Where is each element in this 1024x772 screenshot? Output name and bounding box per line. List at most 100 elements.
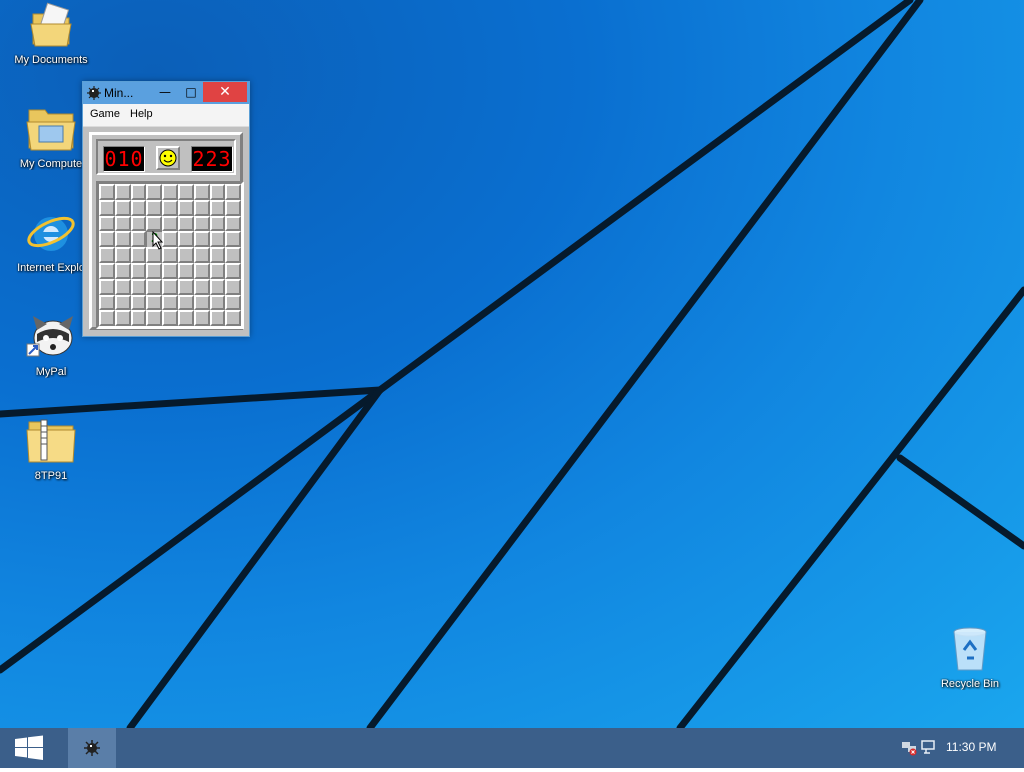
minefield-cell[interactable] [225,184,242,200]
minefield-cell[interactable] [114,215,131,232]
desktop[interactable]: My Documents My Compute Internet Explo M… [0,0,1024,728]
minefield-cell[interactable] [209,215,226,232]
minefield-cell[interactable] [225,247,242,263]
minefield-cell[interactable] [225,231,242,248]
minefield-cell[interactable] [225,262,242,279]
menu-game[interactable]: Game [90,108,120,120]
minefield-cell[interactable] [162,278,178,295]
minefield-cell[interactable] [99,184,115,200]
minefield-cell[interactable] [162,262,178,279]
minefield-cell[interactable] [99,278,115,295]
minefield-cell[interactable] [114,262,131,279]
minefield-cell[interactable] [209,294,226,311]
minefield-cell[interactable] [193,184,210,200]
minefield-cell[interactable] [99,199,115,216]
minefield-cell[interactable] [177,278,194,295]
minefield-cell[interactable] [99,294,115,311]
minefield-cell[interactable] [193,199,210,216]
close-button[interactable]: ✕ [203,82,247,102]
minefield-cell[interactable] [162,247,178,263]
minefield-cell[interactable] [225,310,242,327]
minefield-cell[interactable] [130,231,147,248]
mine-icon [87,86,101,100]
minefield-cell[interactable] [130,199,147,216]
minefield-cell[interactable] [209,278,226,295]
minefield-cell[interactable] [162,184,178,200]
minefield-cell[interactable] [114,199,131,216]
minefield-cell[interactable] [99,215,115,232]
minefield-cell[interactable] [114,294,131,311]
minefield-cell[interactable] [99,231,115,248]
system-tray[interactable] [900,738,938,758]
minefield-cell[interactable] [130,278,147,295]
minefield-cell[interactable] [209,310,226,327]
minefield-cell[interactable] [209,262,226,279]
minefield-cell[interactable] [193,215,210,232]
desktop-icon-8tp91[interactable]: 8TP91 [5,416,97,482]
minefield-cell[interactable] [177,184,194,200]
minefield-cell[interactable] [193,231,210,248]
minefield-cell[interactable] [146,262,163,279]
mypal-icon [26,316,73,357]
start-button[interactable] [0,728,58,768]
maximize-button[interactable]: □ [179,82,203,102]
taskbar-minesweeper-button[interactable] [68,728,116,768]
minesweeper-window[interactable]: Min... — □ ✕ Game Help 010 223 [82,81,250,337]
minefield-cell[interactable] [193,310,210,327]
minefield-cell[interactable] [225,215,242,232]
minefield-cell[interactable] [177,199,194,216]
minefield-cell[interactable] [146,184,163,200]
desktop-icon-recycle-bin[interactable]: Recycle Bin [924,624,1016,690]
desktop-icon-my-documents[interactable]: My Documents [5,0,97,66]
minefield-cell[interactable] [130,310,147,327]
minefield-cell[interactable] [130,247,147,263]
minefield-cell[interactable] [177,294,194,311]
minimize-button[interactable]: — [153,82,177,102]
minefield-cell[interactable] [209,247,226,263]
minefield-cell[interactable] [177,231,194,248]
status-panel: 010 223 [96,139,236,175]
minefield-cell[interactable] [177,215,194,232]
minefield-cell[interactable] [99,310,115,327]
minefield-cell[interactable] [130,184,147,200]
minefield-cell[interactable] [225,199,242,216]
minefield-cell[interactable] [209,199,226,216]
minefield-cell[interactable] [162,231,178,248]
minefield-cell[interactable] [162,310,178,327]
minefield-cell[interactable] [193,278,210,295]
minefield-cell[interactable] [225,278,242,295]
minefield-cell[interactable] [193,262,210,279]
minefield-cell[interactable] [130,215,147,232]
minefield-cell[interactable] [146,215,163,232]
smiley-button[interactable] [156,146,180,170]
minefield-cell[interactable] [114,278,131,295]
minefield-cell[interactable] [209,184,226,200]
minefield-cell[interactable] [99,247,115,263]
menu-help[interactable]: Help [130,108,153,120]
minefield[interactable]: 2 [96,181,244,329]
minefield-cell[interactable] [114,231,131,248]
minefield-cell[interactable] [162,215,178,232]
minefield-cell[interactable] [130,294,147,311]
minefield-cell[interactable] [177,247,194,263]
minefield-cell[interactable] [146,278,163,295]
minefield-cell[interactable] [162,199,178,216]
title-bar[interactable]: Min... — □ ✕ [83,82,249,104]
minefield-cell[interactable] [162,294,178,311]
minefield-cell[interactable] [99,262,115,279]
minefield-cell[interactable] [177,310,194,327]
minefield-cell[interactable] [114,184,131,200]
minefield-cell[interactable] [114,310,131,327]
minefield-cell[interactable] [209,231,226,248]
minefield-cell[interactable] [146,310,163,327]
minefield-cell[interactable] [146,199,163,216]
minefield-cell[interactable] [193,247,210,263]
minefield-cell[interactable] [130,262,147,279]
minefield-cell[interactable] [193,294,210,311]
minefield-cell[interactable] [177,262,194,279]
minefield-cell[interactable] [146,294,163,311]
minefield-cell[interactable] [225,294,242,311]
minefield-cell[interactable] [114,247,131,263]
action-center-icon [921,740,935,754]
clock[interactable]: 11:30 PM [946,740,996,754]
